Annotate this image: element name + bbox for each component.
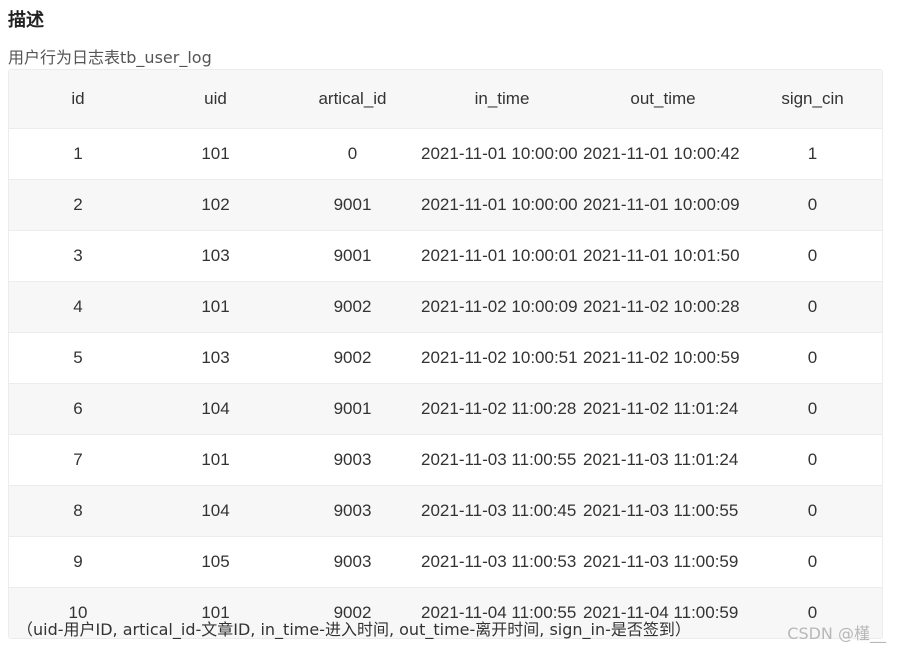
cell-id: 3 — [9, 230, 147, 282]
cell-sign-cin: 0 — [743, 485, 882, 537]
cell-in-time: 2021-11-01 10:00:00 — [421, 128, 583, 180]
table-row: 2 102 9001 2021-11-01 10:00:00 2021-11-01 10… — [9, 179, 882, 231]
cell-in-time: 2021-11-01 10:00:01 — [421, 230, 583, 282]
cell-in-time: 2021-11-02 10:00:51 — [421, 332, 583, 384]
cell-sign-cin: 0 — [743, 281, 882, 333]
table-row: 4 101 9002 2021-11-02 10:00:09 2021-11-02 10… — [9, 281, 882, 333]
cell-sign-cin: 0 — [743, 434, 882, 486]
cell-in-time: 2021-11-02 11:00:28 — [421, 383, 583, 435]
cell-artical-id: 9002 — [284, 281, 421, 333]
cell-artical-id: 9001 — [284, 230, 421, 282]
cell-uid: 101 — [147, 281, 284, 333]
cell-out-time: 2021-11-02 10:00:28 — [583, 281, 743, 333]
cell-uid: 101 — [147, 434, 284, 486]
table-container: id uid artical_id in_time out_time sign_… — [8, 69, 883, 639]
column-legend-note: （uid-用户ID, artical_id-文章ID, in_time-进入时间… — [17, 620, 691, 639]
cell-uid: 105 — [147, 536, 284, 588]
cell-id: 6 — [9, 383, 147, 435]
user-log-table: id uid artical_id in_time out_time sign_… — [9, 70, 882, 638]
cell-out-time: 2021-11-01 10:00:09 — [583, 179, 743, 231]
table-body: 1 101 0 2021-11-01 10:00:00 2021-11-01 10:00… — [9, 128, 882, 638]
cell-id: 7 — [9, 434, 147, 486]
section-heading: 描述 — [8, 10, 44, 31]
cell-uid: 103 — [147, 332, 284, 384]
cell-artical-id: 0 — [284, 128, 421, 180]
header-row: id uid artical_id in_time out_time sign_… — [9, 70, 882, 129]
cell-id: 5 — [9, 332, 147, 384]
page: 描述 用户行为日志表tb_user_log id uid artical_id … — [0, 0, 900, 650]
cell-out-time: 2021-11-03 11:00:55 — [583, 485, 743, 537]
table-row: 6 104 9001 2021-11-02 11:00:28 2021-11-02 11… — [9, 383, 882, 435]
cell-artical-id: 9003 — [284, 485, 421, 537]
cell-out-time: 2021-11-02 11:01:24 — [583, 383, 743, 435]
cell-id: 1 — [9, 128, 147, 180]
cell-out-time: 2021-11-01 10:00:42 — [583, 128, 743, 180]
cell-artical-id: 9001 — [284, 179, 421, 231]
cell-out-time: 2021-11-03 11:01:24 — [583, 434, 743, 486]
cell-id: 4 — [9, 281, 147, 333]
cell-sign-cin: 0 — [743, 383, 882, 435]
table-header: id uid artical_id in_time out_time sign_… — [9, 70, 882, 129]
cell-sign-cin: 1 — [743, 128, 882, 180]
cell-id: 8 — [9, 485, 147, 537]
table-row: 1 101 0 2021-11-01 10:00:00 2021-11-01 10:00… — [9, 128, 882, 180]
watermark: CSDN @槿__ — [787, 624, 886, 643]
column-header-uid: uid — [147, 70, 284, 129]
cell-in-time: 2021-11-03 11:00:45 — [421, 485, 583, 537]
cell-in-time: 2021-11-01 10:00:00 — [421, 179, 583, 231]
table-row: 5 103 9002 2021-11-02 10:00:51 2021-11-02 10… — [9, 332, 882, 384]
cell-uid: 104 — [147, 485, 284, 537]
table-row: 3 103 9001 2021-11-01 10:00:01 2021-11-01 10… — [9, 230, 882, 282]
cell-artical-id: 9003 — [284, 536, 421, 588]
table-row: 9 105 9003 2021-11-03 11:00:53 2021-11-03 11… — [9, 536, 882, 588]
column-header-in-time: in_time — [421, 70, 583, 129]
cell-uid: 102 — [147, 179, 284, 231]
cell-out-time: 2021-11-01 10:01:50 — [583, 230, 743, 282]
cell-out-time: 2021-11-03 11:00:59 — [583, 536, 743, 588]
cell-uid: 104 — [147, 383, 284, 435]
cell-in-time: 2021-11-02 10:00:09 — [421, 281, 583, 333]
table-row: 8 104 9003 2021-11-03 11:00:45 2021-11-03 11… — [9, 485, 882, 537]
cell-in-time: 2021-11-03 11:00:53 — [421, 536, 583, 588]
cell-sign-cin: 0 — [743, 536, 882, 588]
column-header-out-time: out_time — [583, 70, 743, 129]
cell-sign-cin: 0 — [743, 179, 882, 231]
cell-artical-id: 9003 — [284, 434, 421, 486]
column-header-sign-cin: sign_cin — [743, 70, 882, 129]
column-header-artical-id: artical_id — [284, 70, 421, 129]
cell-sign-cin: 0 — [743, 230, 882, 282]
cell-uid: 101 — [147, 128, 284, 180]
column-header-id: id — [9, 70, 147, 129]
cell-sign-cin: 0 — [743, 332, 882, 384]
cell-out-time: 2021-11-02 10:00:59 — [583, 332, 743, 384]
cell-uid: 103 — [147, 230, 284, 282]
table-row: 7 101 9003 2021-11-03 11:00:55 2021-11-03 11… — [9, 434, 882, 486]
cell-artical-id: 9002 — [284, 332, 421, 384]
cell-in-time: 2021-11-03 11:00:55 — [421, 434, 583, 486]
cell-id: 2 — [9, 179, 147, 231]
cell-artical-id: 9001 — [284, 383, 421, 435]
cell-id: 9 — [9, 536, 147, 588]
table-description: 用户行为日志表tb_user_log — [8, 48, 212, 67]
